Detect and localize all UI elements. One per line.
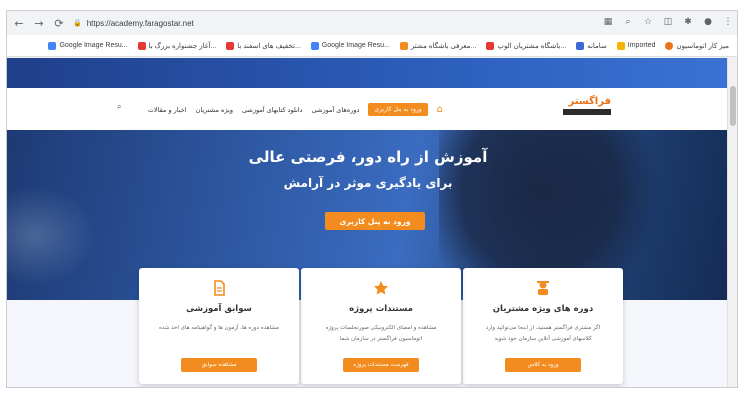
page-scrollbar[interactable] bbox=[727, 58, 737, 387]
back-icon[interactable]: ← bbox=[11, 15, 27, 31]
address-bar[interactable]: 🔒 https://academy.faragostar.net bbox=[73, 15, 543, 31]
site-logo[interactable]: فراگستر bbox=[563, 96, 611, 122]
screenshot-icon[interactable]: ◫ bbox=[661, 15, 675, 29]
bookmark-label: Imported bbox=[627, 42, 656, 49]
hero-title: آموزش از راه دور، فرصتی عالی bbox=[248, 148, 488, 166]
bookmark-item[interactable]: باشگاه مشتریان الوپ... bbox=[486, 41, 567, 50]
main-menu: ⌂ ورود به پنل کاربری دوره‌های آموزشی دان… bbox=[148, 103, 443, 116]
web-page: فراگستر ⌂ ورود به پنل کاربری دوره‌های آم… bbox=[7, 58, 729, 387]
graduate-icon bbox=[463, 280, 623, 296]
address-bar-text: https://academy.faragostar.net bbox=[86, 18, 194, 28]
lock-icon: 🔒 bbox=[73, 20, 82, 27]
card-project-docs: مستندات پروژه مشاهده و امضای الکترونیکی … bbox=[301, 268, 461, 384]
browser-window: ← → ⟳ 🔒 https://academy.faragostar.net ▦… bbox=[6, 10, 738, 388]
bookmark-item[interactable]: Google Image Resu... bbox=[48, 41, 128, 50]
bookmark-label: Google Image Resu... bbox=[59, 42, 128, 49]
card-description: اگر مشتری فراگستر هستید، از اینجا می‌توا… bbox=[485, 325, 601, 342]
logo-underline bbox=[563, 109, 611, 115]
menu-courses[interactable]: دوره‌های آموزشی bbox=[312, 106, 360, 114]
login-panel-button[interactable]: ورود به پنل کاربری bbox=[368, 103, 428, 116]
extensions-icon[interactable]: ✱ bbox=[681, 15, 695, 29]
hero-laptop-shape bbox=[7, 186, 97, 286]
hero-login-button[interactable]: ورود به پنل کاربری bbox=[325, 212, 425, 230]
bookmark-item[interactable]: Imported bbox=[616, 41, 656, 50]
card-description: مشاهده دوره ها، آزمون ها و گواهینامه های… bbox=[158, 325, 280, 331]
bookmark-label: تخفیف های اسفند با... bbox=[237, 42, 301, 50]
search-icon[interactable]: ⌕ bbox=[117, 102, 121, 112]
menu-news[interactable]: اخبار و مقالات bbox=[148, 106, 187, 114]
bookmark-item[interactable]: Google Image Resu... bbox=[310, 41, 390, 50]
zoom-icon[interactable]: ⌕ bbox=[621, 15, 635, 29]
card-training-history: سوابق آموزشی مشاهده دوره ها، آزمون ها و … bbox=[139, 268, 299, 384]
translate-icon[interactable]: ▦ bbox=[601, 15, 615, 29]
menu-books[interactable]: دانلود کتابهای آموزشی bbox=[242, 106, 303, 114]
bookmark-label: معرفی باشگاه مشتر... bbox=[410, 42, 477, 50]
profile-icon[interactable]: ● bbox=[701, 15, 715, 29]
bookmark-label: سامانه bbox=[587, 42, 607, 50]
forward-icon[interactable]: → bbox=[31, 15, 47, 31]
reload-icon[interactable]: ⟳ bbox=[51, 15, 67, 31]
card-title: مستندات پروژه bbox=[349, 304, 413, 314]
card-title: سوابق آموزشی bbox=[186, 304, 252, 314]
hero-subtitle: برای یادگیری موثر در آرامش bbox=[283, 176, 453, 190]
card-description: مشاهده و امضای الکترونیکی صورتجلسات پروژ… bbox=[325, 325, 437, 342]
enter-class-button[interactable]: ورود به کلاس bbox=[505, 358, 581, 372]
bookmark-label: Google Image Resu... bbox=[321, 42, 390, 49]
bookmark-item[interactable]: تخفیف های اسفند با... bbox=[226, 41, 301, 50]
scrollbar-thumb[interactable] bbox=[730, 86, 736, 126]
bookmark-label: میز کار اتوماسیون bbox=[676, 42, 729, 50]
card-title: دوره های ویژه مشتریان bbox=[492, 304, 594, 314]
bookmark-item[interactable]: آغاز جشنواره بزرگ با... bbox=[137, 41, 217, 50]
bookmark-item[interactable]: معرفی باشگاه مشتر... bbox=[399, 41, 477, 50]
browser-toolbar: ← → ⟳ 🔒 https://academy.faragostar.net ▦… bbox=[7, 11, 737, 35]
logo-text: فراگستر bbox=[568, 96, 612, 107]
star-icon bbox=[301, 280, 461, 296]
project-docs-button[interactable]: فهرست مستندات پروژه bbox=[343, 358, 419, 372]
document-icon bbox=[139, 280, 299, 296]
bookmark-item[interactable]: میز کار اتوماسیون bbox=[665, 41, 729, 50]
bookmark-item[interactable]: سامانه bbox=[576, 41, 607, 50]
top-banner-strip bbox=[7, 58, 729, 88]
bookmark-star-icon[interactable]: ☆ bbox=[641, 15, 655, 29]
card-customer-courses: دوره های ویژه مشتریان اگر مشتری فراگستر … bbox=[463, 268, 623, 384]
view-history-button[interactable]: مشاهده سوابق bbox=[181, 358, 257, 372]
menu-icon[interactable]: ⋮ bbox=[721, 15, 735, 29]
bookmarks-bar: Google Image Resu... آغاز جشنواره بزرگ ب… bbox=[7, 35, 737, 57]
bookmark-label: آغاز جشنواره بزرگ با... bbox=[148, 42, 217, 50]
bookmark-label: باشگاه مشتریان الوپ... bbox=[497, 42, 567, 50]
menu-customers[interactable]: ویژه مشتریان bbox=[196, 106, 233, 114]
home-icon[interactable]: ⌂ bbox=[437, 104, 443, 115]
site-navbar: فراگستر ⌂ ورود به پنل کاربری دوره‌های آم… bbox=[7, 88, 729, 130]
